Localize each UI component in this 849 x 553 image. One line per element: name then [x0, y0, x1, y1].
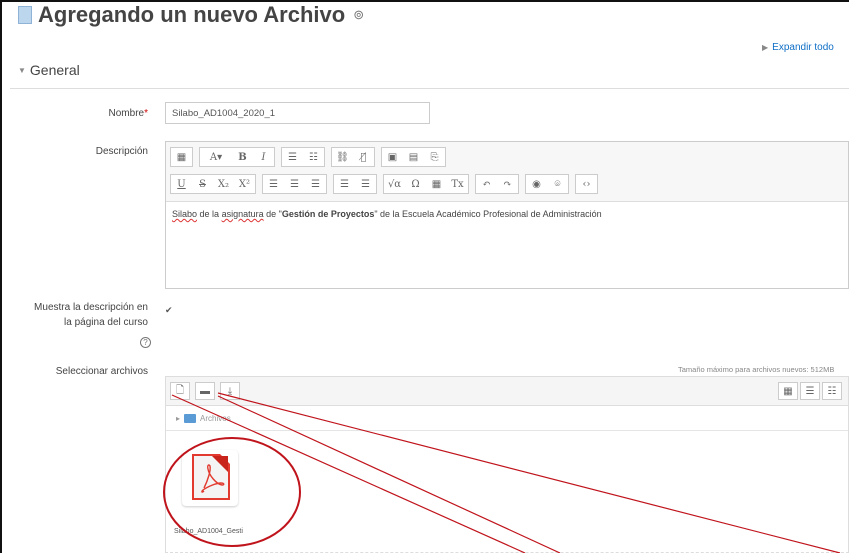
name-input[interactable]: Silabo_AD1004_2020_1 — [165, 102, 430, 124]
show-description-label: Muestra la descripción en la página del … — [34, 302, 148, 328]
paragraph-style-icon[interactable]: A▾ — [200, 148, 232, 166]
description-editor[interactable]: ▦ A▾ B I ☰ ☷ ⛓ ⛓̸ ▣ ▤ ⎘ U S X₂ X² ☰ ☰ ☰ ☰ ☰ √α Ω ▦ Tx ↶… — [165, 141, 849, 289]
align-right-icon[interactable]: ☰ — [305, 175, 326, 193]
manage-files-icon[interactable]: ⎘ — [424, 148, 445, 166]
window-frame-left — [0, 0, 2, 553]
editor-toolbar-row-1: ▦ A▾ B I ☰ ☷ ⛓ ⛓̸ ▣ ▤ ⎘ — [170, 147, 446, 167]
bold-icon[interactable]: B — [232, 148, 253, 166]
create-folder-icon[interactable]: ▬ — [195, 382, 215, 400]
undo-icon[interactable]: ↶ — [476, 175, 497, 193]
name-label: Nombre* — [108, 108, 148, 119]
caret-down-icon: ▼ — [18, 65, 26, 75]
document-icon — [18, 6, 32, 24]
select-files-label: Seleccionar archivos — [55, 366, 148, 377]
page-title: Agregando un nuevo Archivo ⊚ — [18, 2, 364, 28]
filepicker-area[interactable]: ▸ Archivos Silabo_AD1004_Gesti — [165, 406, 849, 553]
image-icon[interactable]: ▣ — [382, 148, 403, 166]
help-icon[interactable]: ? — [140, 337, 151, 348]
page-title-text: Agregando un nuevo Archivo — [38, 2, 346, 27]
redo-icon[interactable]: ↷ — [497, 175, 518, 193]
clear-format-icon[interactable]: Tx — [447, 175, 468, 193]
max-size-note: Tamaño máximo para archivos nuevos: 512M… — [678, 365, 835, 374]
italic-icon[interactable]: I — [253, 148, 274, 166]
view-icons-icon[interactable]: ▦ — [778, 382, 798, 400]
expand-all-link[interactable]: ▶ Expandir todo — [762, 42, 834, 53]
editor-toolbar-row-2: U S X₂ X² ☰ ☰ ☰ ☰ ☰ √α Ω ▦ Tx ↶ ↷ ◉ ⌾ ‹› — [170, 174, 598, 194]
unordered-list-icon[interactable]: ☰ — [282, 148, 303, 166]
required-marker: * — [144, 108, 148, 119]
indent-icon[interactable]: ☰ — [355, 175, 376, 193]
screenreader-helper-icon[interactable]: ⌾ — [547, 175, 568, 193]
triangle-right-icon: ▶ — [762, 43, 769, 52]
equation-icon[interactable]: √α — [384, 175, 405, 193]
media-icon[interactable]: ▤ — [403, 148, 424, 166]
triangle-right-icon: ▸ — [176, 414, 181, 423]
view-tree-icon[interactable]: ☷ — [822, 382, 842, 400]
download-icon[interactable]: ⤓ — [220, 382, 240, 400]
view-list-icon[interactable]: ☰ — [800, 382, 820, 400]
add-file-icon[interactable]: 🗋 — [170, 382, 190, 400]
filepicker-divider — [166, 430, 848, 431]
strikethrough-icon[interactable]: S — [192, 175, 213, 193]
ordered-list-icon[interactable]: ☷ — [303, 148, 324, 166]
special-char-icon[interactable]: Ω — [405, 175, 426, 193]
toolbar-toggle-icon[interactable]: ▦ — [171, 148, 192, 166]
outdent-icon[interactable]: ☰ — [334, 175, 355, 193]
help-icon[interactable]: ⊚ — [353, 7, 364, 23]
description-label: Descripción — [95, 146, 148, 157]
expand-all-text: Expandir todo — [772, 42, 834, 53]
subscript-icon[interactable]: X₂ — [213, 175, 234, 193]
section-general-toggle[interactable]: ▼ General — [18, 62, 80, 78]
superscript-icon[interactable]: X² — [234, 175, 255, 193]
file-name: Silabo_AD1004_Gesti — [174, 528, 243, 535]
filepicker-toolbar: 🗋 ▬ ⤓ ▦ ☰ ☷ — [165, 376, 849, 406]
html-source-icon[interactable]: ‹› — [576, 175, 597, 193]
file-item[interactable] — [182, 450, 238, 506]
filepicker-path[interactable]: ▸ Archivos — [176, 414, 231, 423]
align-left-icon[interactable]: ☰ — [263, 175, 284, 193]
section-divider — [10, 88, 849, 89]
folder-icon — [184, 414, 197, 423]
description-text[interactable]: Silabo de la asignatura de "Gestión de P… — [166, 202, 848, 226]
path-label: Archivos — [200, 414, 231, 423]
table-icon[interactable]: ▦ — [426, 175, 447, 193]
align-center-icon[interactable]: ☰ — [284, 175, 305, 193]
underline-icon[interactable]: U — [171, 175, 192, 193]
link-icon[interactable]: ⛓ — [332, 148, 353, 166]
accessibility-checker-icon[interactable]: ◉ — [526, 175, 547, 193]
pdf-icon — [192, 454, 230, 500]
show-description-checkbox[interactable]: ✔ — [165, 305, 173, 316]
editor-toolbar: ▦ A▾ B I ☰ ☷ ⛓ ⛓̸ ▣ ▤ ⎘ U S X₂ X² ☰ ☰ ☰ ☰ ☰ √α Ω ▦ Tx ↶… — [166, 142, 848, 202]
unlink-icon[interactable]: ⛓̸ — [353, 148, 374, 166]
section-title: General — [29, 62, 80, 78]
